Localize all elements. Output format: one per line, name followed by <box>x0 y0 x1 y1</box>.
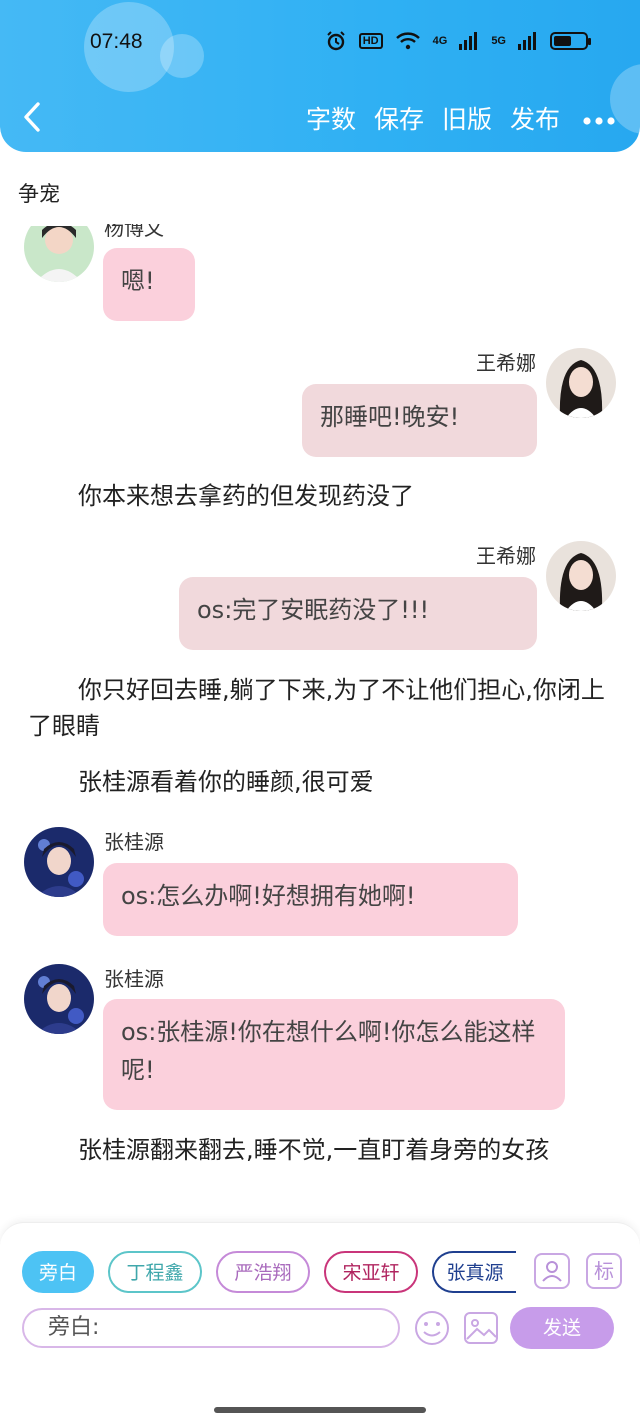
story-title: 争宠 <box>18 182 60 206</box>
add-role-icon <box>542 1261 562 1282</box>
avatar[interactable] <box>24 964 94 1034</box>
decor-bubble <box>160 34 204 78</box>
speaker-name: 杨博文 <box>104 216 164 240</box>
more-button[interactable] <box>582 103 616 133</box>
chevron-left-icon <box>24 102 40 132</box>
avatar[interactable] <box>546 541 616 611</box>
signal-icon <box>459 32 478 50</box>
role-chip[interactable]: 丁程鑫 <box>108 1251 202 1293</box>
narration-text: 你只好回去睡,躺了下来,为了不让他们担心,你闭上了眼睛 <box>28 676 605 740</box>
word-count-button[interactable]: 字数 <box>306 100 356 136</box>
emoji-button[interactable] <box>413 1309 451 1347</box>
image-button[interactable] <box>462 1309 500 1347</box>
role-chip[interactable]: 宋亚轩 <box>324 1251 418 1293</box>
message-bubble: os:怎么办啊!好想拥有她啊! <box>103 863 518 936</box>
speaker-name: 张桂源 <box>104 830 164 854</box>
role-chip-narrator[interactable]: 旁白 <box>22 1251 94 1293</box>
add-role-button[interactable] <box>534 1253 570 1289</box>
more-dots-icon <box>583 117 615 125</box>
alarm-icon <box>327 31 345 51</box>
network-5g-label: 5G <box>491 35 506 47</box>
back-button[interactable] <box>20 100 50 136</box>
signal-icon <box>518 32 536 50</box>
hd-indicator: HD <box>358 33 383 49</box>
role-chip[interactable]: 张真源 <box>432 1251 516 1293</box>
speaker-name: 张桂源 <box>104 967 164 991</box>
speaker-name: 王希娜 <box>476 351 536 375</box>
tag-button[interactable]: 标 <box>586 1253 622 1289</box>
status-time: 07:48 <box>90 30 143 53</box>
role-chip[interactable]: 严浩翔 <box>216 1251 310 1293</box>
message-input[interactable]: 旁白: <box>22 1308 400 1348</box>
avatar[interactable] <box>546 348 616 418</box>
avatar[interactable] <box>24 827 94 897</box>
toolbar-actions: 字数 保存 旧版 发布 <box>288 100 616 136</box>
avatar-image <box>24 226 94 282</box>
network-4g-label: 4G <box>432 35 448 47</box>
avatar-image <box>546 348 616 418</box>
message-bubble: os:完了安眠药没了!!! <box>179 577 537 650</box>
message-bubble: 那睡吧!晚安! <box>302 384 537 457</box>
speaker-name: 王希娜 <box>476 544 536 568</box>
emoji-icon <box>415 1311 449 1345</box>
status-icons: HD 4G 5G <box>325 30 591 52</box>
avatar[interactable] <box>24 226 94 282</box>
narration-text: 你本来想去拿药的但发现药没了 <box>78 482 414 510</box>
composer-panel: 旁白 丁程鑫 严浩翔 宋亚轩 张真源 标 旁白: 发送 <box>0 1222 640 1423</box>
old-version-button[interactable]: 旧版 <box>442 100 492 136</box>
image-icon <box>464 1312 498 1344</box>
avatar-image <box>546 541 616 611</box>
narration-text: 张桂源看着你的睡颜,很可爱 <box>78 768 374 796</box>
wifi-icon <box>395 32 420 50</box>
narration-text: 张桂源翻来翻去,睡不觉,一直盯着身旁的女孩 <box>78 1136 550 1164</box>
home-indicator[interactable] <box>214 1407 426 1413</box>
avatar-image <box>24 827 94 897</box>
send-button[interactable]: 发送 <box>510 1307 614 1349</box>
avatar-image <box>24 964 94 1034</box>
save-button[interactable]: 保存 <box>374 100 424 136</box>
message-bubble: 嗯! <box>103 248 195 321</box>
publish-button[interactable]: 发布 <box>510 100 560 136</box>
message-bubble: os:张桂源!你在想什么啊!你怎么能这样呢! <box>103 999 565 1110</box>
battery-icon <box>550 32 591 50</box>
top-header: 07:48 HD 4G 5G 字数 保存 旧版 发布 <box>0 0 640 152</box>
